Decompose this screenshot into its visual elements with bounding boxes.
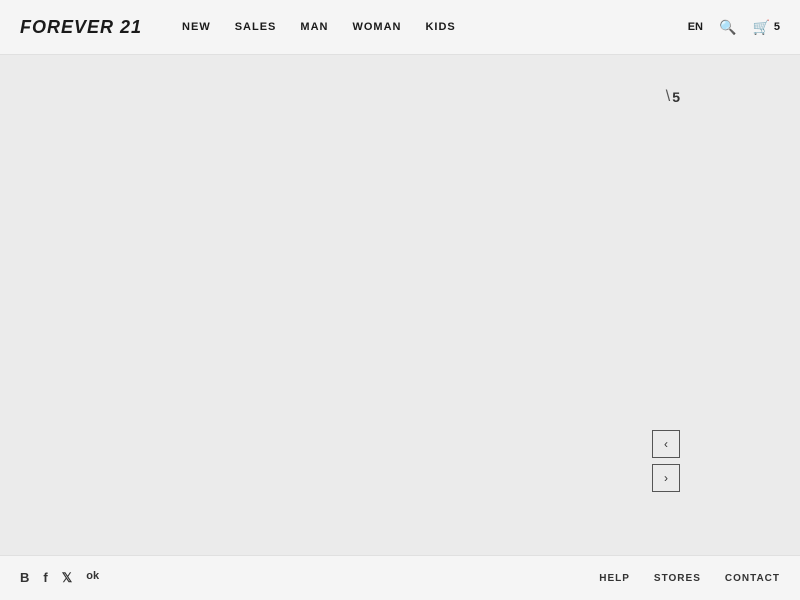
cart-button[interactable]: 🛒 5 <box>752 19 780 36</box>
facebook-icon[interactable]: f <box>43 570 47 586</box>
odnoklassniki-icon[interactable]: ok <box>86 570 99 586</box>
nav-item-new[interactable]: NEW <box>182 21 211 33</box>
cart-count: 5 <box>774 21 780 33</box>
nav-item-kids[interactable]: KIDS <box>425 21 455 33</box>
blog-icon[interactable]: B <box>20 570 29 586</box>
discount-strikethrough-icon: \ <box>666 88 670 106</box>
footer-link-help[interactable]: HELP <box>599 573 630 584</box>
header-actions: EN 🔍 🛒 5 <box>688 19 780 36</box>
footer-link-stores[interactable]: STORES <box>654 573 701 584</box>
footer: B f 𝕏 ok HELP STORES CONTACT <box>0 555 800 600</box>
social-icons: B f 𝕏 ok <box>20 570 599 586</box>
nav-item-woman[interactable]: WOMAN <box>352 21 401 33</box>
search-icon[interactable]: 🔍 <box>719 19 736 36</box>
header: FOREVER 21 NEW SALES MAN WOMAN KIDS EN 🔍… <box>0 0 800 55</box>
main-nav: NEW SALES MAN WOMAN KIDS <box>182 21 688 33</box>
main-content <box>0 55 800 555</box>
discount-value: 5 <box>672 89 680 105</box>
footer-links: HELP STORES CONTACT <box>599 573 780 584</box>
carousel-controls: ‹ › <box>652 430 680 492</box>
language-selector[interactable]: EN <box>688 21 703 33</box>
cart-icon: 🛒 <box>752 19 769 36</box>
twitter-icon[interactable]: 𝕏 <box>62 570 72 586</box>
nav-item-man[interactable]: MAN <box>300 21 328 33</box>
carousel-next-button[interactable]: › <box>652 464 680 492</box>
footer-link-contact[interactable]: CONTACT <box>725 573 780 584</box>
carousel-prev-button[interactable]: ‹ <box>652 430 680 458</box>
nav-item-sales[interactable]: SALES <box>235 21 277 33</box>
logo[interactable]: FOREVER 21 <box>20 17 142 38</box>
discount-badge: \ 5 <box>666 88 680 106</box>
